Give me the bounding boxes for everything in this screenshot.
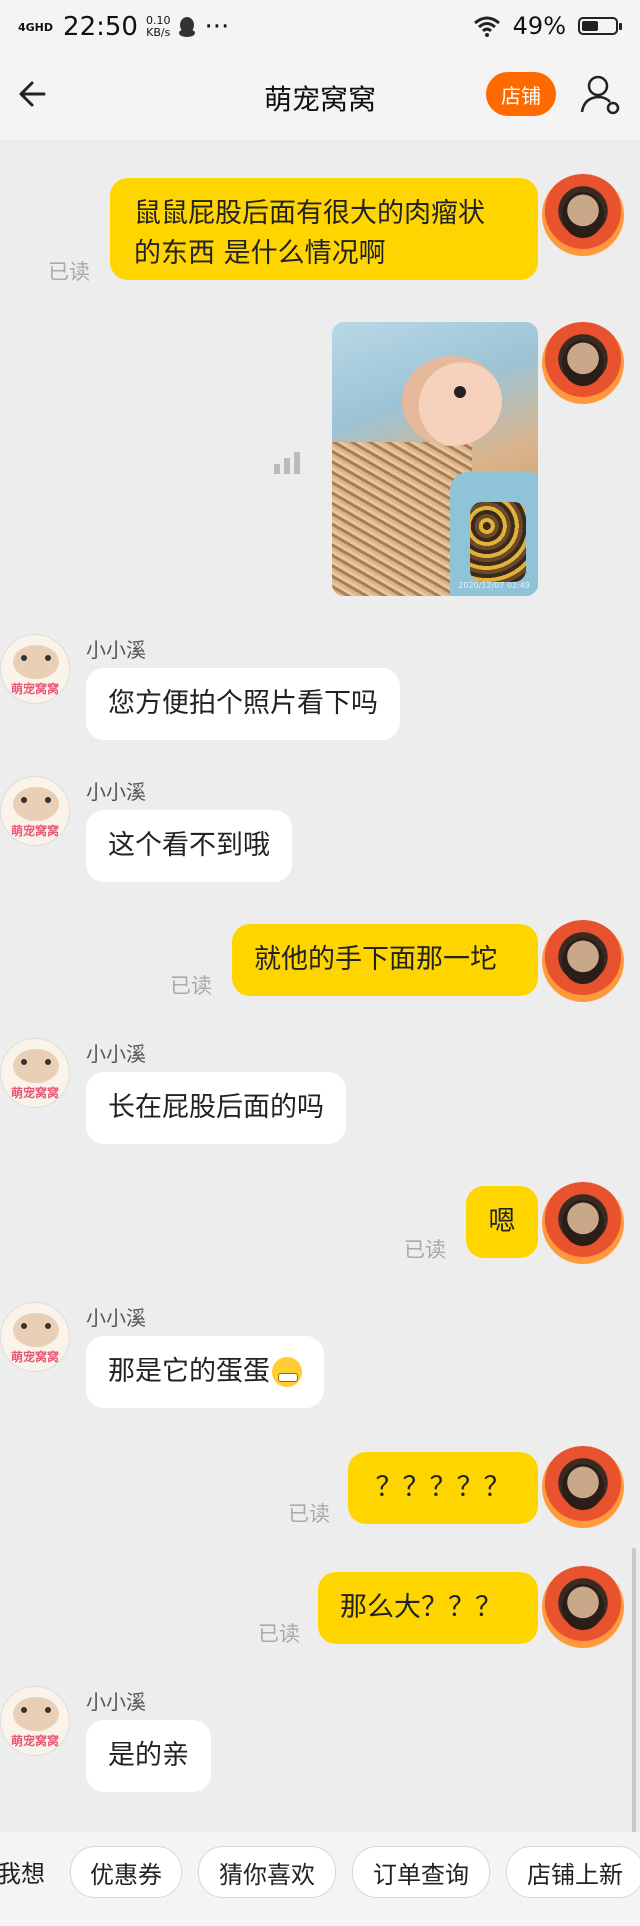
avatar-logo-text: 萌宠窝窝 <box>10 1086 59 1100</box>
shop-avatar[interactable]: 萌宠窝窝 <box>0 634 70 704</box>
battery-icon <box>578 17 622 35</box>
sender-name: 小小溪 <box>86 780 146 804</box>
quick-reply-wo-xiang[interactable]: 我想 <box>0 1846 52 1896</box>
avatar-logo-text: 萌宠窝窝 <box>10 824 59 838</box>
my-avatar[interactable] <box>542 1182 624 1264</box>
image-timestamp: 2020/12/07 02:49 <box>458 581 530 590</box>
my-avatar[interactable] <box>542 1566 624 1648</box>
clock: 22:50 <box>63 12 138 42</box>
quick-reply-recommend[interactable]: 猜你喜欢 <box>198 1846 336 1898</box>
avatar-logo-text: 萌宠窝窝 <box>10 1350 59 1364</box>
battery-fill <box>582 21 598 31</box>
message-text-line: 的东西 是什么情况啊 <box>134 238 386 269</box>
sender-name: 小小溪 <box>86 638 146 662</box>
shop-avatar[interactable]: 萌宠窝窝 <box>0 776 70 846</box>
message-bubble[interactable]: 那么大？？？ <box>318 1572 538 1644</box>
shop-avatar[interactable]: 萌宠窝窝 <box>0 1302 70 1372</box>
read-receipt: 已读 <box>258 1622 300 1646</box>
read-receipt: 已读 <box>48 260 90 284</box>
avatar-logo-text: 萌宠窝窝 <box>10 682 59 696</box>
shop-avatar[interactable]: 萌宠窝窝 <box>0 1686 70 1756</box>
sender-name: 小小溪 <box>86 1042 146 1066</box>
message-bubble[interactable]: 就他的手下面那一坨 <box>232 924 538 996</box>
avatar-logo-text: 萌宠窝窝 <box>10 1734 59 1748</box>
status-bar: 4GHD 22:50 0.10 KB/s ··· 49% <box>0 0 640 52</box>
sender-name: 小小溪 <box>86 1306 146 1330</box>
scrollbar[interactable] <box>632 1548 636 1868</box>
battery-percent: 49% <box>512 12 566 40</box>
read-receipt: 已读 <box>170 974 212 998</box>
chat-messages[interactable]: 已读 鼠鼠屁股后面有很大的肉瘤状 的东西 是什么情况啊 2020/12/07 0… <box>0 140 640 1868</box>
my-avatar[interactable] <box>542 174 624 256</box>
my-avatar[interactable] <box>542 1446 624 1528</box>
message-bubble[interactable]: 这个看不到哦 <box>86 810 292 882</box>
message-bubble[interactable]: 嗯 <box>466 1186 538 1258</box>
sender-name: 小小溪 <box>86 1690 146 1714</box>
status-left: 4GHD 22:50 0.10 KB/s ··· <box>18 12 229 42</box>
message-bubble[interactable]: 那是它的蛋蛋 <box>86 1336 324 1408</box>
my-avatar[interactable] <box>542 322 624 404</box>
quick-reply-order-query[interactable]: 订单查询 <box>352 1846 490 1898</box>
message-text: 那是它的蛋蛋 <box>108 1356 270 1387</box>
message-image[interactable]: 2020/12/07 02:49 <box>332 322 538 596</box>
chat-header: 萌宠窝窝 店铺 <box>0 52 640 140</box>
grimace-emoji-icon <box>272 1357 302 1387</box>
status-right: 49% <box>473 12 622 40</box>
read-receipt: 已读 <box>404 1238 446 1262</box>
shop-button[interactable]: 店铺 <box>486 72 556 116</box>
wifi-icon <box>473 16 500 37</box>
quick-reply-bar: 我想 优惠券 猜你喜欢 订单查询 店铺上新 <box>0 1832 640 1926</box>
quick-reply-coupon[interactable]: 优惠券 <box>70 1846 182 1898</box>
message-bubble[interactable]: 您方便拍个照片看下吗 <box>86 668 400 740</box>
message-bubble[interactable]: 长在屁股后面的吗 <box>86 1072 346 1144</box>
user-settings-icon[interactable] <box>578 72 622 116</box>
read-receipt: 已读 <box>288 1502 330 1526</box>
qq-penguin-icon <box>179 17 196 37</box>
message-text-line: 鼠鼠屁股后面有很大的肉瘤状 <box>134 198 485 229</box>
shop-avatar[interactable]: 萌宠窝窝 <box>0 1038 70 1108</box>
network-speed: 0.10 KB/s <box>146 15 171 39</box>
message-bubble[interactable]: 鼠鼠屁股后面有很大的肉瘤状 的东西 是什么情况啊 <box>110 178 538 280</box>
message-bubble[interactable]: 是的亲 <box>86 1720 211 1792</box>
loading-icon <box>274 452 314 474</box>
message-bubble[interactable]: ？？？？？ <box>348 1452 538 1524</box>
my-avatar[interactable] <box>542 920 624 1002</box>
quick-reply-new-arrivals[interactable]: 店铺上新 <box>506 1846 640 1898</box>
speed-unit: KB/s <box>146 26 171 39</box>
more-notifications-icon: ··· <box>204 12 230 42</box>
network-indicator: 4GHD <box>18 20 54 34</box>
